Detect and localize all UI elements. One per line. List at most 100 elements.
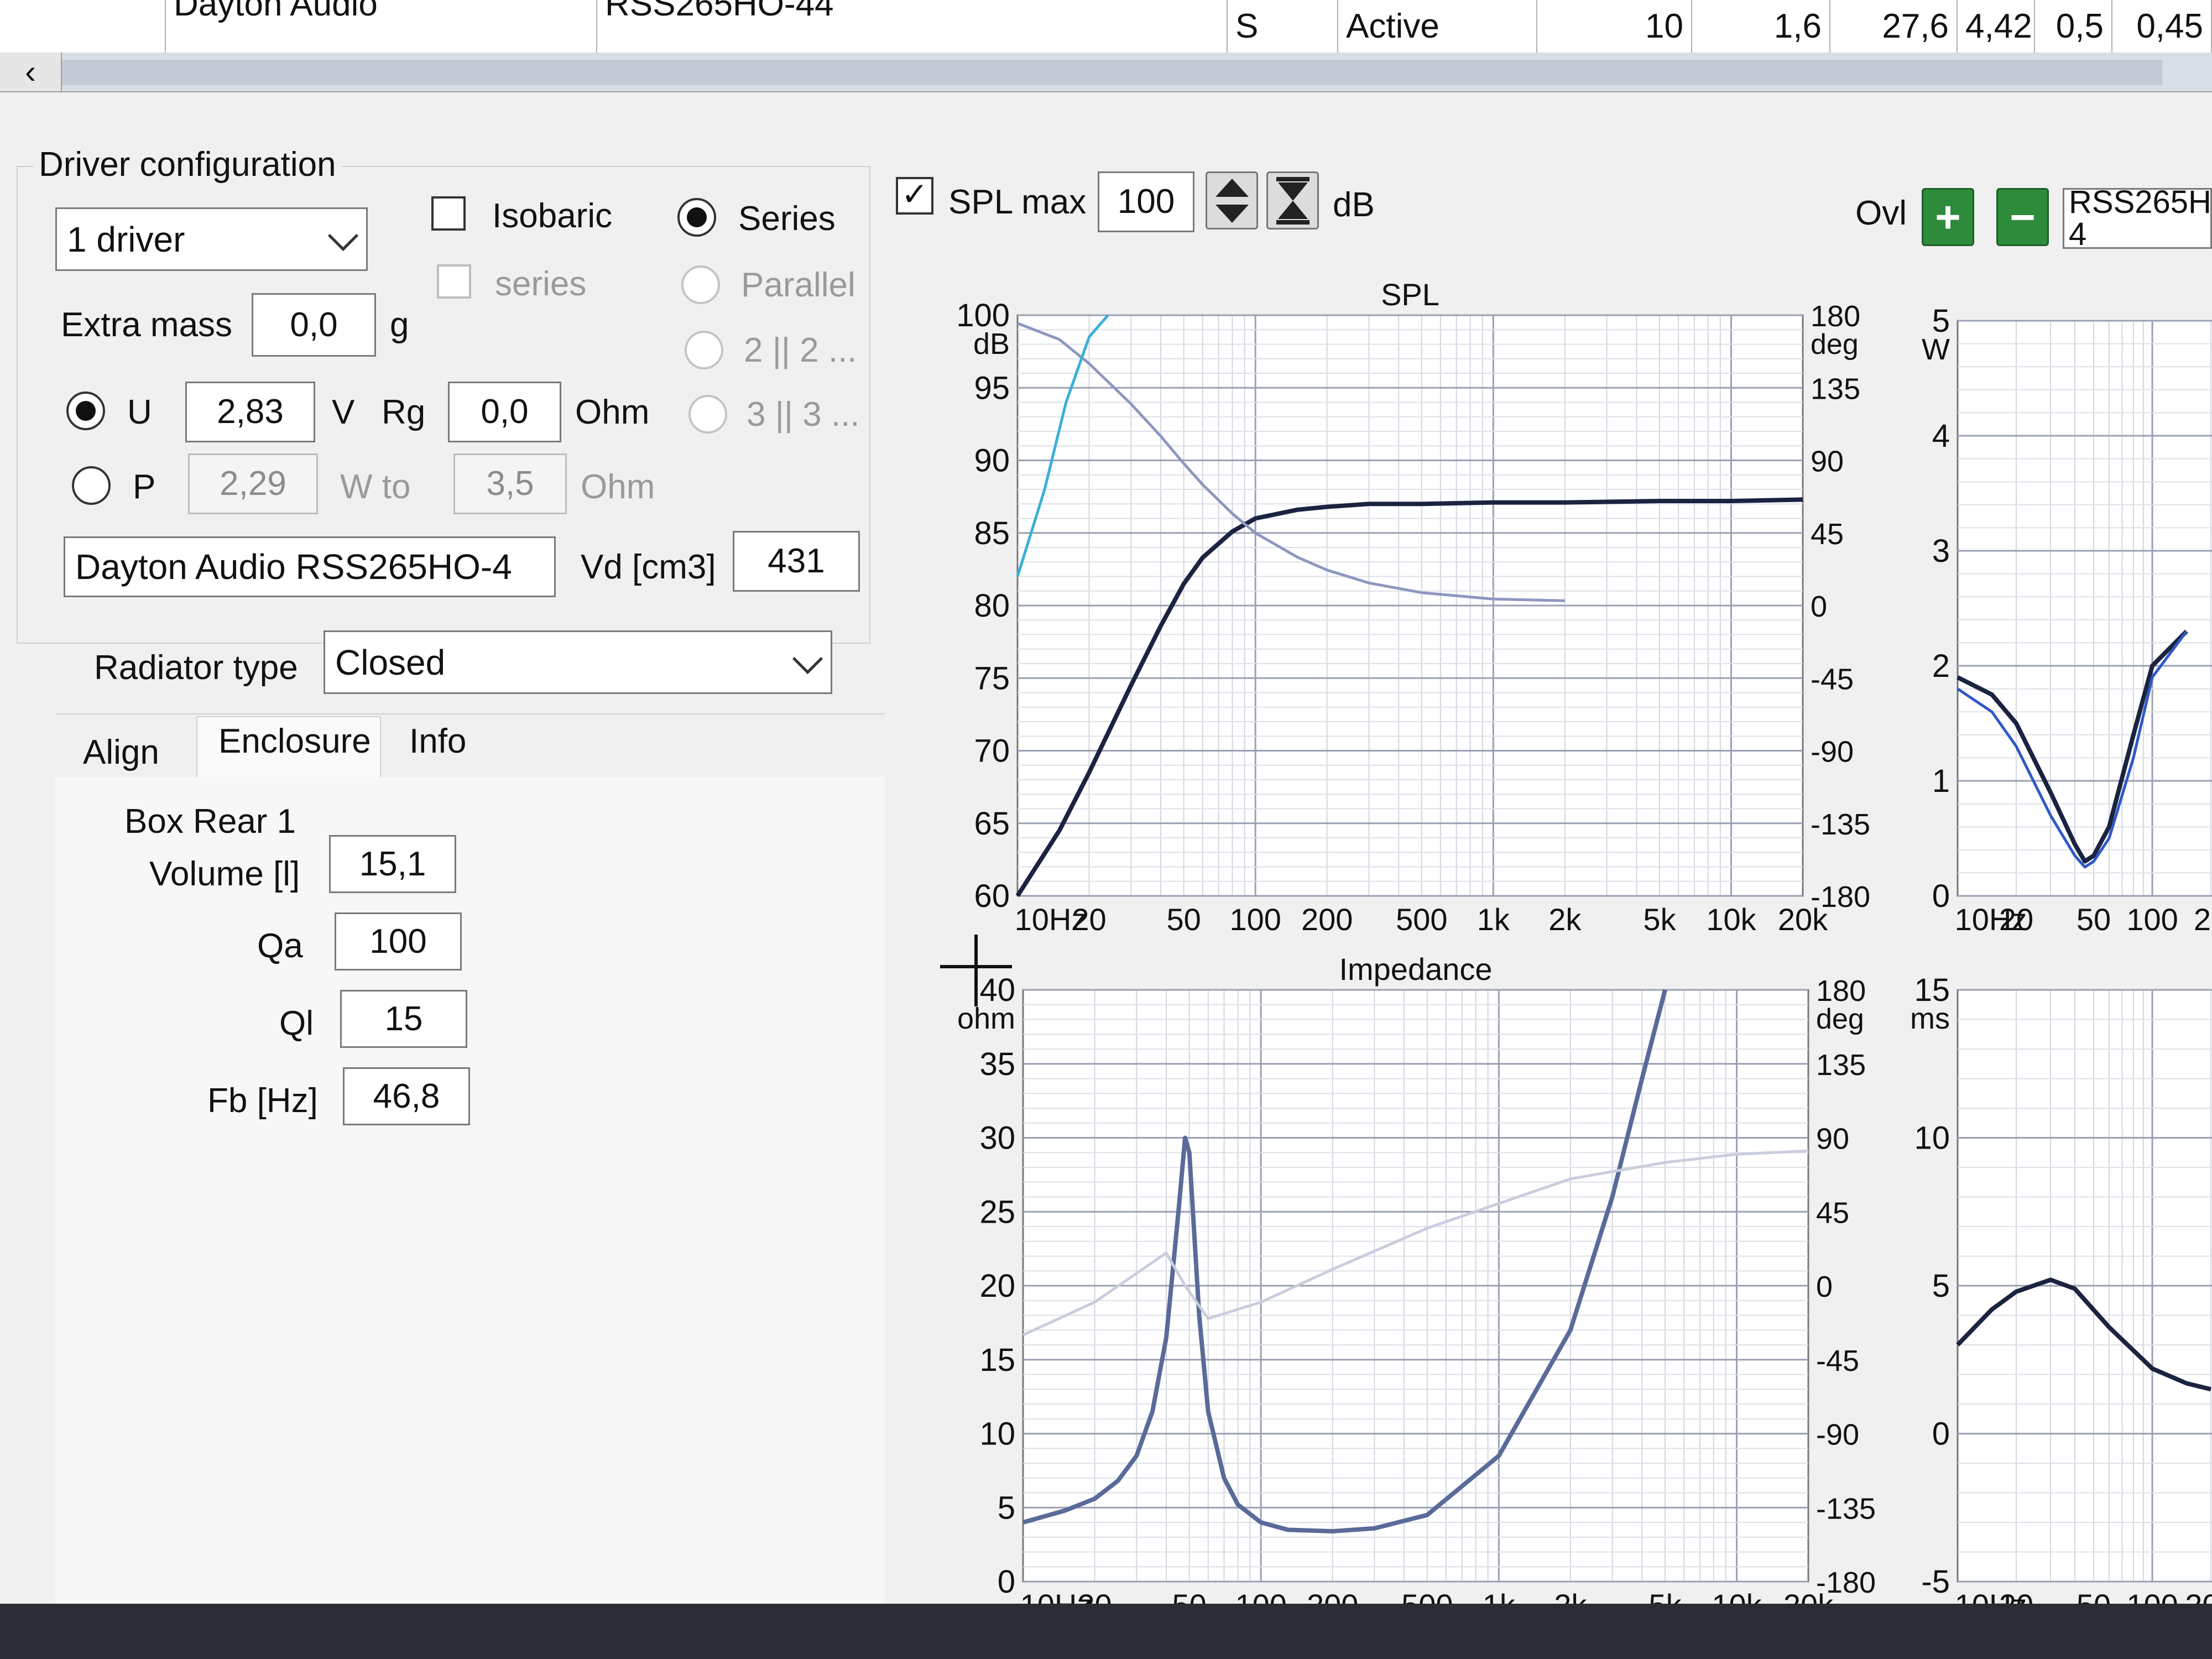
add-overlay-button[interactable]: +: [1922, 188, 1974, 246]
spl-max-input[interactable]: 100: [1098, 171, 1194, 232]
remove-overlay-button[interactable]: −: [1996, 188, 2049, 246]
driver-list-row[interactable]: Dayton Audio RSS265HO-44 S Active 10 1,6…: [0, 0, 2212, 54]
y-axis-label: ms: [1910, 1002, 1950, 1035]
y-tick-label: 90: [974, 443, 1010, 479]
power-unit: W to: [340, 468, 411, 506]
volume-input[interactable]: 15,1: [329, 835, 456, 893]
volume-label: Volume [l]: [149, 855, 300, 893]
spl-chart[interactable]: SPL1009590858075706560dB18013590450-45-9…: [901, 254, 1886, 951]
list-text-brand: Dayton Audio: [174, 0, 378, 23]
radiator-type-label: Radiator type: [94, 649, 298, 687]
y-tick-label: 10: [979, 1416, 1015, 1452]
two-parallel-radio[interactable]: [685, 331, 723, 369]
list-cell-brand: Dayton Audio: [166, 0, 597, 53]
voltage-radio[interactable]: [66, 392, 105, 430]
y-tick-label: 95: [974, 370, 1010, 406]
extra-mass-input[interactable]: 0,0: [252, 293, 376, 357]
list-cell-value-5: 0,5: [2035, 0, 2112, 53]
qa-input[interactable]: 100: [335, 912, 462, 971]
y-tick-label: 30: [979, 1120, 1015, 1156]
two-parallel-label: 2 || 2 ...: [744, 331, 857, 369]
y2-tick-label: 0: [1816, 1270, 1833, 1303]
list-cell-model: RSS265HO-44: [597, 0, 1228, 53]
voltage-input[interactable]: 2,83: [185, 382, 315, 442]
y2-tick-label: 180: [1811, 300, 1860, 333]
qa-label: Qa: [257, 927, 303, 965]
power-radio[interactable]: [72, 466, 111, 505]
vd-input[interactable]: 431: [733, 531, 860, 592]
y-tick-label: 20: [979, 1268, 1015, 1304]
fb-input[interactable]: 46,8: [343, 1067, 470, 1125]
hourglass-icon: [1276, 176, 1310, 225]
tab-enclosure[interactable]: Enclosure: [218, 724, 371, 759]
spl-max-checkbox[interactable]: ✓: [896, 177, 933, 215]
y2-tick-label: -135: [1811, 808, 1870, 841]
y-tick-label: 10: [1914, 1120, 1950, 1156]
power-chart[interactable]: 543210W10Hz205010020: [1891, 254, 2212, 951]
tab-info[interactable]: Info: [409, 724, 466, 759]
series-radio[interactable]: [677, 198, 716, 237]
list-cell-value-3: 27,6: [1830, 0, 1958, 53]
driver-count-select[interactable]: 1 driver: [55, 207, 368, 271]
list-cell-value-4: 4,42: [1958, 0, 2035, 53]
parallel-label: Parallel: [741, 266, 855, 304]
parallel-radio[interactable]: [681, 265, 720, 304]
isobaric-series-label: series: [495, 265, 587, 303]
isobaric-checkbox[interactable]: [431, 196, 466, 231]
radiator-type-value: Closed: [335, 642, 446, 682]
y-axis-label: W: [1922, 333, 1950, 366]
isobaric-series-checkbox[interactable]: [437, 264, 471, 299]
list-cell-value-6: 0,45: [2112, 0, 2212, 53]
rg-label: Rg: [382, 393, 426, 431]
y-tick-label: 85: [974, 515, 1010, 551]
ovl-label: Ovl: [1855, 194, 1907, 232]
power-ohm-input[interactable]: 3,5: [453, 453, 567, 514]
radiator-type-select[interactable]: Closed: [324, 630, 832, 694]
driver-name-field[interactable]: Dayton Audio RSS265HO-4: [64, 536, 556, 597]
rg-input[interactable]: 0,0: [448, 382, 561, 442]
y-tick-label: 60: [974, 878, 1010, 914]
list-cell-value-2: 1,6: [1692, 0, 1830, 53]
y-tick-label: 0: [998, 1564, 1015, 1600]
group-delay-chart[interactable]: 151050-5ms10Hz2050100200: [1891, 929, 2212, 1637]
y2-tick-label: -90: [1816, 1418, 1859, 1452]
y-tick-label: 2: [1932, 648, 1950, 684]
y-tick-label: 0: [1932, 878, 1950, 914]
list-cell-s: S: [1228, 0, 1338, 53]
impedance-chart[interactable]: Impedance4035302520151050ohm18013590450-…: [907, 929, 1891, 1637]
range-expand-button[interactable]: [1266, 171, 1319, 229]
y2-tick-label: -135: [1816, 1492, 1876, 1525]
y2-tick-label: 0: [1811, 590, 1827, 623]
power-input[interactable]: 2,29: [188, 453, 318, 514]
y-tick-label: 15: [979, 1342, 1015, 1378]
fb-label: Fb [Hz]: [207, 1082, 318, 1120]
y2-tick-label: -90: [1811, 735, 1854, 769]
power-ohm-unit: Ohm: [581, 468, 655, 506]
ql-label: Ql: [279, 1004, 314, 1042]
box-title: Box Rear 1: [124, 802, 296, 841]
voltage-label: U: [127, 393, 152, 431]
y-tick-label: 4: [1932, 418, 1950, 454]
y2-tick-label: 135: [1816, 1048, 1866, 1082]
plus-icon: +: [1935, 192, 1961, 242]
spl-max-spinner[interactable]: [1206, 171, 1258, 229]
chevron-down-icon: [792, 643, 823, 674]
chevron-down-icon: [327, 220, 359, 251]
y-tick-label: 5: [998, 1490, 1015, 1526]
y-tick-label: 80: [974, 588, 1010, 624]
y-tick-label: 1: [1932, 763, 1950, 799]
list-cell-value-1: 10: [1537, 0, 1692, 53]
scroll-left-arrow-icon[interactable]: ‹: [0, 53, 62, 91]
overlay-driver-select[interactable]: RSS265HO-4: [2063, 188, 2212, 249]
tab-align[interactable]: Align: [83, 735, 159, 770]
y-tick-label: 0: [1932, 1416, 1950, 1452]
ql-input[interactable]: 15: [340, 990, 467, 1048]
voltage-unit: V: [332, 393, 355, 431]
y-tick-label: 3: [1932, 533, 1950, 569]
three-parallel-radio[interactable]: [688, 395, 727, 434]
y-axis-label: dB: [973, 327, 1010, 361]
scrollbar-thumb[interactable]: [61, 60, 2162, 85]
y-tick-label: 35: [979, 1046, 1015, 1082]
y2-tick-label: 45: [1811, 518, 1844, 551]
y2-tick-label: 90: [1811, 445, 1844, 478]
